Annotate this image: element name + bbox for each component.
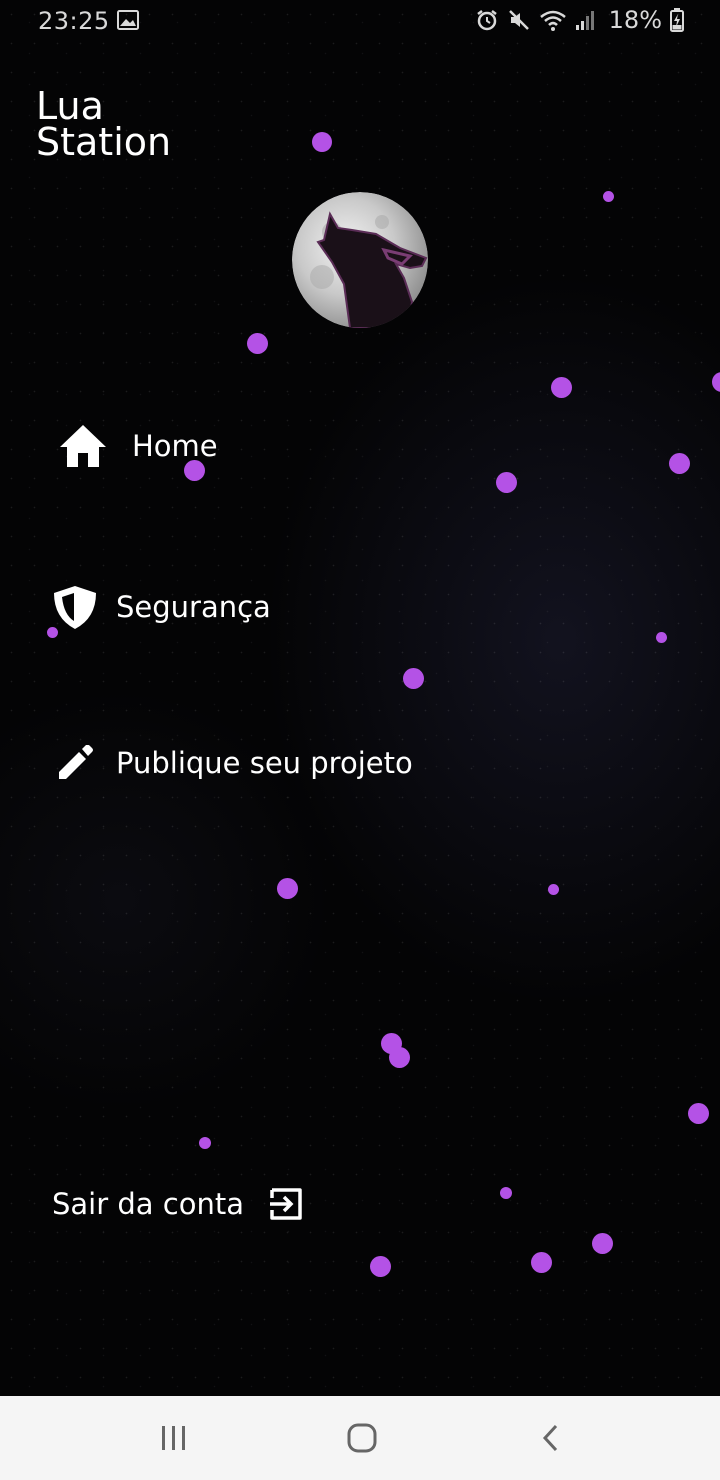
back-icon[interactable] (530, 1422, 570, 1454)
gallery-icon (117, 10, 139, 30)
menu-item-publique-projeto[interactable]: Publique seu projeto (56, 742, 413, 784)
home-icon (58, 420, 108, 472)
recents-icon[interactable] (154, 1422, 194, 1454)
pencil-icon (56, 742, 94, 784)
particle (548, 884, 559, 895)
status-bar: 23:25 18% (0, 0, 720, 44)
particle (656, 632, 667, 643)
home-circle-icon[interactable] (342, 1422, 382, 1454)
particle (381, 1033, 402, 1054)
battery-percent: 18% (608, 6, 662, 34)
menu-item-home-label: Home (132, 429, 218, 463)
logout-icon (268, 1186, 304, 1222)
particle (403, 668, 424, 689)
mute-icon (508, 10, 529, 30)
particle (531, 1252, 552, 1273)
particle (603, 191, 614, 202)
particle (688, 1103, 709, 1124)
particle (592, 1233, 613, 1254)
particle (389, 1047, 410, 1068)
menu-item-home[interactable]: Home (58, 420, 218, 472)
particle (277, 878, 298, 899)
wifi-icon (539, 10, 566, 31)
app-title: Lua Station (36, 84, 172, 164)
menu-item-publique-label: Publique seu projeto (116, 746, 413, 780)
screen: 23:25 18% Lua Station Home Segurança Pub… (0, 0, 720, 1480)
wolf-moon-logo (292, 192, 428, 328)
particle (551, 377, 572, 398)
avatar[interactable] (292, 192, 428, 328)
particle (199, 1137, 211, 1149)
logout-label: Sair da conta (52, 1187, 244, 1221)
signal-icon (575, 11, 594, 30)
status-icons: 18% (475, 6, 684, 34)
particle (496, 472, 517, 493)
particle (712, 372, 720, 392)
status-time: 23:25 (38, 7, 110, 35)
menu-item-seguranca[interactable]: Segurança (52, 582, 271, 632)
menu-item-seguranca-label: Segurança (116, 590, 271, 624)
particle (669, 453, 690, 474)
particle (247, 333, 268, 354)
logout-button[interactable]: Sair da conta (52, 1186, 304, 1222)
alarm-icon (476, 10, 497, 31)
shield-icon (52, 582, 98, 632)
particle (370, 1256, 391, 1277)
system-nav-bar (0, 1396, 720, 1480)
battery-charging-icon (670, 8, 684, 32)
particle (312, 132, 332, 152)
particle (500, 1187, 512, 1199)
